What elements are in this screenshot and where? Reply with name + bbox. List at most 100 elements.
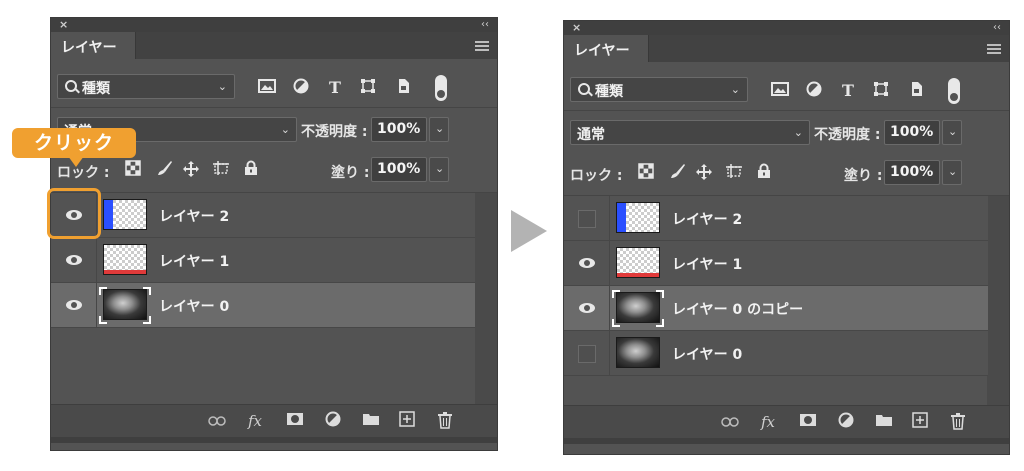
shape-icon[interactable] bbox=[871, 81, 891, 101]
visibility-toggle[interactable] bbox=[564, 241, 610, 285]
collapse-icon[interactable]: ‹‹ bbox=[481, 18, 489, 32]
lock-all-icon[interactable] bbox=[754, 163, 774, 183]
eye-icon[interactable] bbox=[66, 300, 82, 310]
trash-icon[interactable] bbox=[948, 412, 968, 432]
thumbnail-selection-corner bbox=[656, 290, 664, 298]
opacity-dropdown-button[interactable]: ⌄ bbox=[942, 120, 962, 145]
layer-row[interactable]: レイヤー 1 bbox=[51, 238, 475, 283]
lock-artboard-icon[interactable] bbox=[724, 163, 744, 183]
fx-icon[interactable]: fx bbox=[245, 411, 265, 431]
fill-input[interactable]: 100% bbox=[371, 157, 427, 182]
adjustment-icon[interactable] bbox=[804, 81, 824, 101]
filter-row: 種類 ⌄ T bbox=[564, 62, 1009, 111]
lock-artboard-icon[interactable] bbox=[211, 160, 231, 180]
link-icon[interactable] bbox=[720, 412, 740, 432]
opacity-input[interactable]: 100% bbox=[884, 120, 940, 145]
folder-icon[interactable] bbox=[874, 412, 894, 432]
resize-grip[interactable] bbox=[564, 438, 1009, 444]
fx-icon[interactable]: fx bbox=[758, 412, 778, 432]
filter-toggle[interactable] bbox=[948, 78, 960, 104]
layer-row[interactable]: レイヤー 0 bbox=[564, 331, 988, 376]
layers-scrollbar[interactable] bbox=[475, 193, 497, 404]
filter-kind-dropdown[interactable]: 種類 ⌄ bbox=[57, 74, 235, 99]
click-highlight-box bbox=[47, 188, 101, 239]
layer-name[interactable]: レイヤー 2 bbox=[159, 206, 229, 226]
layer-name[interactable]: レイヤー 0 bbox=[672, 344, 742, 364]
type-icon[interactable]: T bbox=[325, 78, 345, 98]
search-icon bbox=[578, 83, 590, 95]
tab-layers[interactable]: レイヤー bbox=[564, 35, 649, 62]
layer-name[interactable]: レイヤー 2 bbox=[672, 209, 742, 229]
layer-row[interactable]: レイヤー 1 bbox=[564, 241, 988, 286]
panel-title-bar: × ‹‹ bbox=[564, 21, 1009, 35]
panel-menu-icon[interactable] bbox=[475, 41, 489, 51]
blend-row: 通常 ⌄ 不透明度 : 100% ⌄ bbox=[564, 111, 1009, 151]
type-icon[interactable]: T bbox=[838, 81, 858, 101]
layer-row[interactable]: レイヤー 2 bbox=[51, 193, 475, 238]
lock-all-icon[interactable] bbox=[241, 160, 261, 180]
layer-thumbnail bbox=[103, 244, 147, 275]
layer-name[interactable]: レイヤー 0 bbox=[159, 296, 229, 316]
layer-row[interactable]: レイヤー 2 bbox=[564, 196, 988, 241]
eye-icon[interactable] bbox=[579, 258, 595, 268]
lock-paint-icon[interactable] bbox=[155, 160, 175, 180]
lock-paint-icon[interactable] bbox=[668, 163, 688, 183]
visibility-toggle[interactable] bbox=[51, 238, 97, 282]
adjustment-layer-icon[interactable] bbox=[836, 412, 856, 432]
layer-row-selected[interactable]: レイヤー 0 bbox=[51, 283, 475, 328]
adjustment-icon[interactable] bbox=[291, 78, 311, 98]
layer-thumbnail bbox=[103, 199, 147, 230]
mask-icon[interactable] bbox=[798, 412, 818, 432]
lock-move-icon[interactable] bbox=[181, 160, 201, 180]
visibility-toggle[interactable] bbox=[564, 331, 610, 375]
layer-name[interactable]: レイヤー 1 bbox=[159, 251, 229, 271]
smart-object-icon[interactable] bbox=[906, 81, 926, 101]
mask-icon[interactable] bbox=[285, 411, 305, 431]
lock-transparent-icon[interactable] bbox=[123, 160, 143, 180]
eye-icon[interactable] bbox=[66, 255, 82, 265]
image-icon[interactable] bbox=[770, 81, 790, 101]
close-icon[interactable]: × bbox=[59, 18, 68, 32]
layer-name[interactable]: レイヤー 1 bbox=[672, 254, 742, 274]
resize-grip[interactable] bbox=[51, 437, 497, 443]
chevron-down-icon: ⌄ bbox=[217, 80, 227, 93]
layer-thumbnail-photo bbox=[616, 292, 660, 323]
layer-row-selected[interactable]: レイヤー 0 のコピー bbox=[564, 286, 988, 331]
layer-name[interactable]: レイヤー 0 のコピー bbox=[672, 299, 803, 319]
shape-icon[interactable] bbox=[358, 78, 378, 98]
opacity-dropdown-button[interactable]: ⌄ bbox=[429, 117, 449, 142]
layers-scrollbar[interactable] bbox=[987, 196, 1009, 406]
filter-toggle[interactable] bbox=[435, 75, 447, 101]
hidden-visibility-box[interactable] bbox=[578, 210, 596, 228]
new-layer-icon[interactable] bbox=[397, 411, 417, 431]
thumbnail-selection-corner bbox=[143, 316, 151, 324]
folder-icon[interactable] bbox=[361, 411, 381, 431]
tab-layers[interactable]: レイヤー bbox=[51, 32, 136, 59]
eye-icon[interactable] bbox=[579, 303, 595, 313]
thumbnail-selection-corner bbox=[99, 287, 107, 295]
filter-kind-dropdown[interactable]: 種類 ⌄ bbox=[570, 77, 748, 102]
lock-move-icon[interactable] bbox=[694, 163, 714, 183]
new-layer-icon[interactable] bbox=[910, 412, 930, 432]
image-icon[interactable] bbox=[257, 78, 277, 98]
smart-object-icon[interactable] bbox=[393, 78, 413, 98]
trash-icon[interactable] bbox=[435, 411, 455, 431]
layers-panel-before: × ‹‹ レイヤー 種類 ⌄ T ⌄ 不透明度: 100% ⌄ ロック: 塗… bbox=[50, 17, 498, 451]
collapse-icon[interactable]: ‹‹ bbox=[993, 21, 1001, 35]
visibility-toggle[interactable] bbox=[51, 283, 97, 327]
blend-mode-dropdown[interactable]: 通常 ⌄ bbox=[570, 120, 810, 145]
visibility-toggle[interactable] bbox=[564, 286, 610, 330]
hidden-visibility-box[interactable] bbox=[578, 345, 596, 363]
close-icon[interactable]: × bbox=[572, 21, 581, 35]
adjustment-layer-icon[interactable] bbox=[323, 411, 343, 431]
lock-transparent-icon[interactable] bbox=[636, 163, 656, 183]
chevron-down-icon: ⌄ bbox=[730, 83, 740, 96]
opacity-input[interactable]: 100% bbox=[371, 117, 427, 142]
fill-dropdown-button[interactable]: ⌄ bbox=[429, 157, 449, 182]
fill-dropdown-button[interactable]: ⌄ bbox=[942, 160, 962, 185]
fill-input[interactable]: 100% bbox=[884, 160, 940, 185]
panel-menu-icon[interactable] bbox=[987, 44, 1001, 54]
blend-mode-value: 通常 bbox=[577, 127, 605, 143]
visibility-toggle[interactable] bbox=[564, 196, 610, 240]
link-icon[interactable] bbox=[207, 411, 227, 431]
